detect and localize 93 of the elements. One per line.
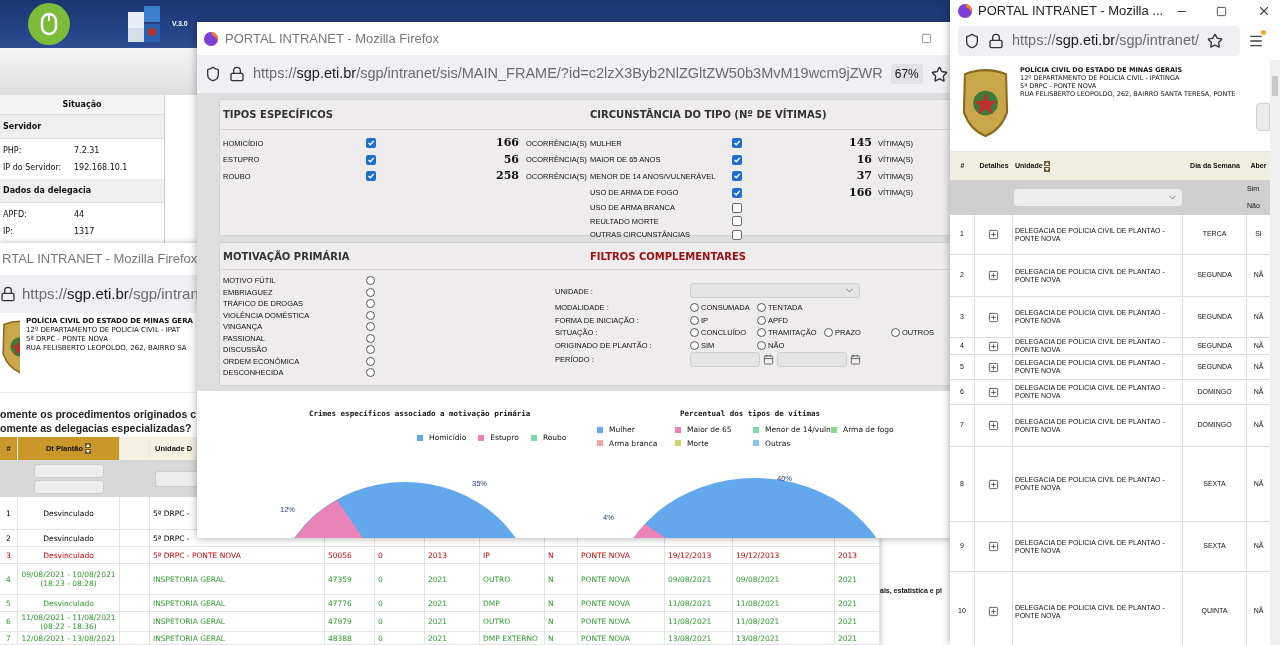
- section-title: Servidor: [0, 115, 164, 139]
- expand-icon[interactable]: [988, 229, 999, 240]
- panel-heading: FILTROS COMPLEMENTARES: [590, 249, 746, 264]
- maximize-icon[interactable]: [921, 33, 932, 44]
- radio-button[interactable]: [757, 340, 766, 350]
- field-value: 44: [74, 208, 85, 221]
- expand-icon[interactable]: [988, 311, 999, 323]
- expand-icon[interactable]: [988, 270, 999, 281]
- calendar-icon[interactable]: [850, 354, 861, 365]
- radio-button[interactable]: [690, 340, 699, 350]
- field-label: APFD:: [3, 208, 28, 221]
- checkbox[interactable]: [366, 171, 376, 182]
- radio-button[interactable]: [366, 333, 375, 343]
- expand-icon[interactable]: [988, 606, 999, 617]
- question-text: omente as delegacias especializadas?: [0, 421, 192, 435]
- column-header: Situação: [0, 95, 164, 115]
- url-text[interactable]: https://sgp.eti.br/sgp/intranet/sis/MAIN_FRAME/?id=c2lzX3Byb2NlZGltZW50b3MvM19wcm9jZWR: [253, 63, 883, 85]
- field-label: IP:: [3, 225, 14, 238]
- header-cell: [120, 437, 150, 460]
- date-field[interactable]: [690, 352, 760, 367]
- count-value: 16: [855, 151, 872, 168]
- radio-button[interactable]: [366, 368, 375, 378]
- field-label: IP do Servidor:: [3, 161, 63, 174]
- window-title: PORTAL INTRANET - Mozilla ...: [978, 2, 1164, 21]
- radio-button[interactable]: [824, 328, 833, 338]
- lock-icon[interactable]: [229, 66, 245, 82]
- shield-icon[interactable]: [205, 66, 221, 82]
- radio-button[interactable]: [891, 328, 900, 338]
- filter-input[interactable]: [34, 479, 104, 494]
- expand-icon[interactable]: [988, 541, 999, 552]
- field-value: 7.2.31: [74, 144, 100, 157]
- expand-icon[interactable]: [988, 386, 999, 398]
- count-value: 166: [848, 184, 872, 201]
- url-text[interactable]: https://sgp.eti.br/sgp/intran: [22, 282, 199, 306]
- maximize-icon[interactable]: [1216, 5, 1227, 17]
- checkbox[interactable]: [732, 138, 742, 149]
- lock-icon[interactable]: [988, 33, 1004, 49]
- radio-button[interactable]: [757, 315, 766, 325]
- close-icon[interactable]: [1257, 4, 1271, 18]
- filter-input[interactable]: [34, 463, 104, 478]
- expand-icon[interactable]: [988, 478, 999, 490]
- radio-button[interactable]: [690, 328, 699, 338]
- expand-icon[interactable]: [988, 340, 999, 352]
- field-value: 1317: [74, 225, 95, 238]
- count-value: 145: [848, 135, 872, 151]
- count-value: 37: [855, 168, 872, 184]
- filter-input[interactable]: [155, 470, 197, 487]
- checkbox[interactable]: [732, 216, 742, 227]
- checkbox[interactable]: [732, 229, 742, 240]
- browser-logo-icon: [958, 4, 972, 18]
- radio-button[interactable]: [757, 303, 766, 313]
- radio-button[interactable]: [366, 276, 375, 286]
- question-text: omente os procedimentos originados c: [0, 407, 197, 421]
- date-field[interactable]: [777, 352, 847, 367]
- count-value: 166: [495, 135, 519, 151]
- expand-icon[interactable]: [988, 361, 999, 373]
- checkbox[interactable]: [366, 138, 376, 149]
- field-value: 192.168.10.1: [74, 161, 128, 174]
- window-title: PORTAL INTRANET - Mozilla Firefox: [225, 29, 440, 48]
- panel-heading: MOTIVAÇÃO PRIMÁRIA: [222, 249, 351, 264]
- expand-icon[interactable]: [988, 420, 999, 431]
- scrollbar[interactable]: [1270, 60, 1280, 645]
- calendar-icon[interactable]: [763, 354, 774, 365]
- count-value: 56: [502, 151, 519, 168]
- panel-heading: TIPOS ESPECÍFICOS: [222, 107, 334, 122]
- checkbox[interactable]: [366, 154, 376, 165]
- radio-button[interactable]: [366, 345, 375, 355]
- bookmark-star-icon[interactable]: [930, 65, 948, 83]
- radio-button[interactable]: [366, 322, 375, 332]
- radio-button[interactable]: [366, 299, 375, 309]
- zoom-level-button[interactable]: 67%: [890, 64, 923, 84]
- checkbox[interactable]: [732, 171, 742, 182]
- radio-button[interactable]: [757, 328, 766, 338]
- panel-heading: CIRCUNSTÂNCIA DO TIPO (Nº DE VÍTIMAS): [590, 107, 827, 122]
- bookmark-star-icon[interactable]: [1207, 33, 1223, 49]
- radio-button[interactable]: [366, 356, 375, 366]
- radio-button[interactable]: [366, 287, 375, 297]
- lock-icon: [0, 286, 16, 302]
- section-title: Dados da delegacia: [0, 179, 164, 203]
- checkbox[interactable]: [732, 187, 742, 198]
- sort-icon[interactable]: [1043, 160, 1050, 172]
- field-label: PHP:: [3, 144, 23, 157]
- checkbox[interactable]: [732, 154, 742, 165]
- window-title: RTAL INTRANET - Mozilla Firefox: [1, 250, 198, 269]
- radio-button[interactable]: [690, 303, 699, 313]
- sort-icon[interactable]: [85, 443, 92, 454]
- radio-button[interactable]: [366, 310, 375, 320]
- shield-icon[interactable]: [964, 33, 980, 49]
- radio-button[interactable]: [690, 315, 699, 325]
- browser-logo-icon: [204, 31, 218, 46]
- count-value: 258: [495, 168, 519, 184]
- checkbox[interactable]: [732, 202, 742, 213]
- menu-icon[interactable]: [1248, 33, 1264, 49]
